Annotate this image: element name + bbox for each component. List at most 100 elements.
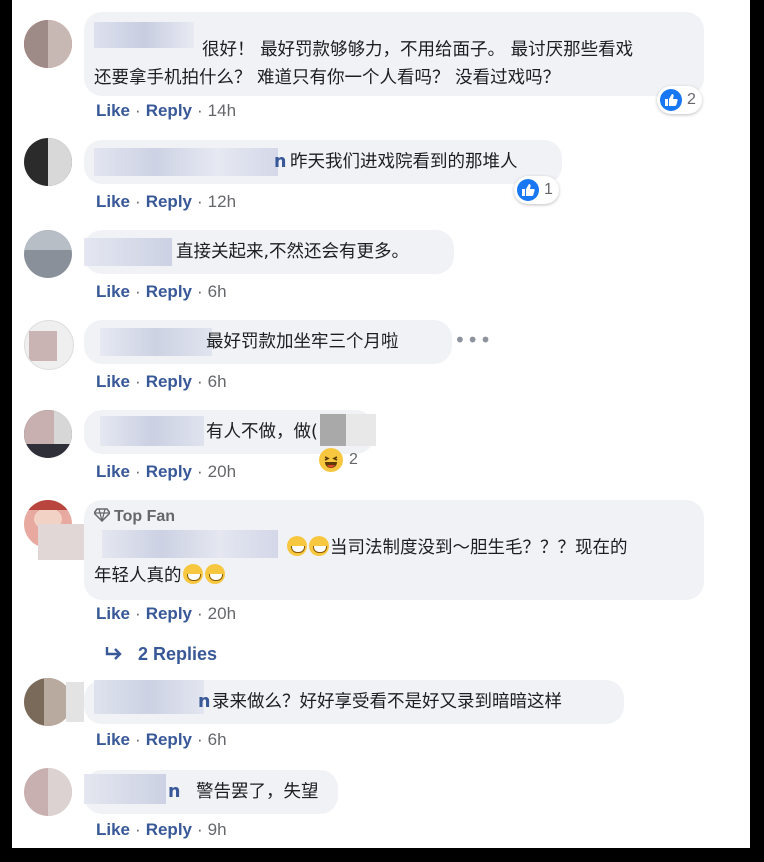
separator: ·: [197, 604, 203, 623]
avatar[interactable]: [24, 20, 72, 68]
like-button[interactable]: Like: [96, 372, 130, 392]
reaction-count[interactable]: 2: [316, 446, 364, 474]
like-button[interactable]: Like: [96, 820, 130, 840]
avatar[interactable]: [24, 138, 72, 186]
separator: ·: [135, 192, 141, 211]
timestamp[interactable]: 20h: [208, 462, 236, 482]
comment-bubble: 最好罚款加坐牢三个月啦: [84, 320, 452, 364]
reaction-count[interactable]: 2: [657, 86, 702, 114]
comment-text-line: 录来做么？好好享受看不是好又录到暗暗这样: [212, 692, 562, 712]
like-button[interactable]: Like: [96, 604, 130, 624]
timestamp[interactable]: 6h: [208, 372, 227, 392]
avatar[interactable]: [24, 230, 72, 278]
like-button[interactable]: Like: [96, 192, 130, 212]
haha-icon: [319, 448, 343, 472]
comment-actions: Like · Reply · 12h: [96, 192, 236, 212]
comment-text-line: 很好！ 最好罚款够够力，不用给面子。 最讨厌那些看戏: [202, 40, 634, 60]
grinning-sweat-emoji: [309, 536, 329, 556]
grinning-sweat-emoji: [182, 564, 203, 584]
more-icon[interactable]: •••: [454, 328, 492, 352]
timestamp[interactable]: 12h: [208, 192, 236, 212]
comment-text-line: 年轻人真的: [94, 562, 226, 590]
avatar[interactable]: [24, 768, 72, 816]
avatar-blur: [66, 682, 84, 722]
comment-bubble: 直接关起来,不然还会有更多。: [84, 230, 454, 274]
author-name[interactable]: [100, 328, 212, 356]
separator: ·: [135, 604, 141, 623]
separator: ·: [197, 730, 203, 749]
author-name[interactable]: [84, 774, 166, 804]
timestamp[interactable]: 20h: [208, 604, 236, 624]
comment-text-line: 直接关起来,不然还会有更多。: [176, 242, 410, 262]
comment-text-line: 有人不做，做(: [206, 422, 318, 442]
reply-arrow-icon: [105, 647, 122, 660]
comment-actions: Like · Reply · 20h: [96, 462, 236, 482]
separator: ·: [197, 101, 203, 120]
author-name[interactable]: [84, 238, 172, 266]
comment-text-line: 警告罢了，失望: [196, 782, 319, 802]
author-name-fragment: n: [198, 692, 211, 712]
reply-button[interactable]: Reply: [146, 101, 192, 121]
comment-text-line: 昨天我们进戏院看到的那堆人: [290, 152, 518, 172]
comment-text: 当司法制度没到～胆生毛？？？现在的: [330, 538, 628, 558]
comment-bubble: 很好！ 最好罚款够够力，不用给面子。 最讨厌那些看戏 还要拿手机拍什么？ 难道只…: [84, 12, 704, 96]
author-name-fragment: n: [274, 152, 287, 172]
replies-count[interactable]: 2 Replies: [138, 644, 217, 664]
comment-actions: Like · Reply · 14h: [96, 101, 236, 121]
separator: ·: [135, 282, 141, 301]
comment-actions: Like · Reply · 6h: [96, 372, 227, 392]
avatar[interactable]: [24, 410, 72, 458]
separator: ·: [135, 730, 141, 749]
comment-text-line: 最好罚款加坐牢三个月啦: [206, 332, 399, 352]
like-icon: [517, 179, 539, 201]
comment-bubble: 警告罢了，失望: [84, 770, 338, 814]
comment-actions: Like · Reply · 9h: [96, 820, 227, 840]
author-name[interactable]: [100, 416, 204, 446]
author-name[interactable]: [94, 148, 278, 176]
comment-text: 年轻人真的: [94, 566, 182, 586]
avatar[interactable]: [24, 678, 72, 726]
reply-button[interactable]: Reply: [146, 282, 192, 302]
reaction-number: 2: [349, 451, 358, 468]
blurred-text: [320, 414, 376, 446]
comment-text-line: 还要拿手机拍什么？ 难道只有你一个人看吗？ 没看过戏吗？: [94, 68, 561, 88]
separator: ·: [135, 101, 141, 120]
comment-bubble: 录来做么？好好享受看不是好又录到暗暗这样: [84, 680, 624, 724]
comment-bubble: 昨天我们进戏院看到的那堆人: [84, 140, 562, 184]
reply-button[interactable]: Reply: [146, 730, 192, 750]
view-replies-link[interactable]: 2 Replies: [104, 644, 217, 665]
reply-button[interactable]: Reply: [146, 604, 192, 624]
top-fan-badge: Top Fan: [93, 508, 176, 526]
reaction-count[interactable]: 1: [514, 176, 559, 204]
avatar[interactable]: [24, 320, 74, 370]
reply-button[interactable]: Reply: [146, 372, 192, 392]
grinning-sweat-emoji: [204, 564, 225, 584]
diamond-icon: [93, 508, 111, 523]
reply-button[interactable]: Reply: [146, 462, 192, 482]
like-button[interactable]: Like: [96, 101, 130, 121]
like-button[interactable]: Like: [96, 282, 130, 302]
top-fan-label: Top Fan: [114, 508, 176, 525]
avatar-blur: [38, 524, 84, 560]
reply-button[interactable]: Reply: [146, 820, 192, 840]
separator: ·: [197, 820, 203, 839]
timestamp[interactable]: 14h: [208, 101, 236, 121]
grinning-sweat-emoji: [287, 536, 307, 556]
comment-actions: Like · Reply · 6h: [96, 282, 227, 302]
separator: ·: [135, 462, 141, 481]
timestamp[interactable]: 6h: [208, 282, 227, 302]
reaction-number: 1: [544, 181, 553, 198]
author-name[interactable]: [102, 530, 278, 558]
separator: ·: [197, 372, 203, 391]
comment-actions: Like · Reply · 20h: [96, 604, 236, 624]
reply-button[interactable]: Reply: [146, 192, 192, 212]
like-button[interactable]: Like: [96, 462, 130, 482]
timestamp[interactable]: 9h: [208, 820, 227, 840]
like-button[interactable]: Like: [96, 730, 130, 750]
author-name[interactable]: [94, 22, 194, 48]
author-name[interactable]: [94, 680, 204, 714]
separator: ·: [135, 372, 141, 391]
separator: ·: [197, 192, 203, 211]
timestamp[interactable]: 6h: [208, 730, 227, 750]
separator: ·: [197, 282, 203, 301]
